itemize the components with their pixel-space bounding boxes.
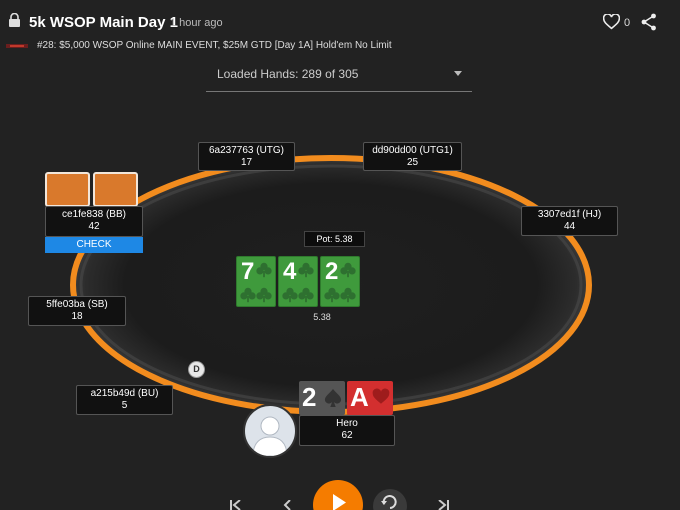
avatar xyxy=(243,404,297,458)
seat-name: 5ffe03ba (SB) xyxy=(46,299,108,310)
club-suit-icon xyxy=(256,287,272,303)
card-back xyxy=(93,172,138,207)
dealer-button: D xyxy=(188,361,205,378)
seat-hj[interactable]: 3307ed1f (HJ) 44 xyxy=(521,206,618,236)
board-card: 7 xyxy=(236,256,276,307)
seat-stack: 62 xyxy=(341,430,353,441)
seat-stack: 25 xyxy=(406,157,419,168)
seat-bu[interactable]: a215b49d (BU) 5 xyxy=(76,385,173,415)
user-avatar-icon xyxy=(252,416,288,456)
seat-stack: 42 xyxy=(88,221,100,232)
seat-stack: 44 xyxy=(563,221,576,232)
card-back xyxy=(45,172,90,207)
spade-suit-icon xyxy=(324,389,342,407)
seat-name: Hero xyxy=(336,418,358,429)
board-card: 2 xyxy=(320,256,360,307)
seat-name: 6a237763 (UTG) xyxy=(208,145,285,156)
skip-to-start-icon[interactable] xyxy=(229,500,241,510)
club-suit-icon xyxy=(340,287,356,303)
card-rank: 2 xyxy=(302,382,317,412)
seat-utg[interactable]: 6a237763 (UTG) 17 xyxy=(198,142,295,171)
seat-bb[interactable]: ce1fe838 (BB) 42 xyxy=(45,206,143,237)
hero-card: A xyxy=(347,381,393,415)
step-back-icon[interactable] xyxy=(283,500,291,510)
seat-name: a215b49d (BU) xyxy=(90,388,159,399)
seat-name: 3307ed1f (HJ) xyxy=(537,209,602,220)
club-suit-icon xyxy=(256,262,272,278)
seat-sb[interactable]: 5ffe03ba (SB) 18 xyxy=(28,296,126,326)
play-icon xyxy=(333,494,346,510)
replay-icon xyxy=(381,495,397,509)
pot-label: Pot: 5.38 xyxy=(304,231,365,247)
card-rank: 4 xyxy=(283,258,297,285)
seat-stack: 5 xyxy=(121,400,128,411)
seat-utg1[interactable]: dd90dd00 (UTG1) 25 xyxy=(363,142,462,171)
hero-card: 2 xyxy=(299,381,345,415)
seat-stack: 17 xyxy=(240,157,253,168)
bet-amount: 5.38 xyxy=(313,312,331,322)
seat-name: ce1fe838 (BB) xyxy=(62,209,126,220)
seat-name: dd90dd00 (UTG1) xyxy=(372,145,453,156)
club-suit-icon xyxy=(298,287,314,303)
action-check-badge: CHECK xyxy=(45,237,143,253)
card-rank: 2 xyxy=(325,258,339,285)
club-suit-icon xyxy=(340,262,356,278)
skip-to-end-icon[interactable] xyxy=(438,500,450,510)
card-rank: A xyxy=(350,382,369,412)
board-card: 4 xyxy=(278,256,318,307)
card-rank: 7 xyxy=(241,258,255,285)
seat-stack: 18 xyxy=(71,311,83,322)
heart-suit-icon xyxy=(372,388,390,404)
club-suit-icon xyxy=(298,262,314,278)
seat-hero[interactable]: Hero 62 xyxy=(299,415,395,446)
